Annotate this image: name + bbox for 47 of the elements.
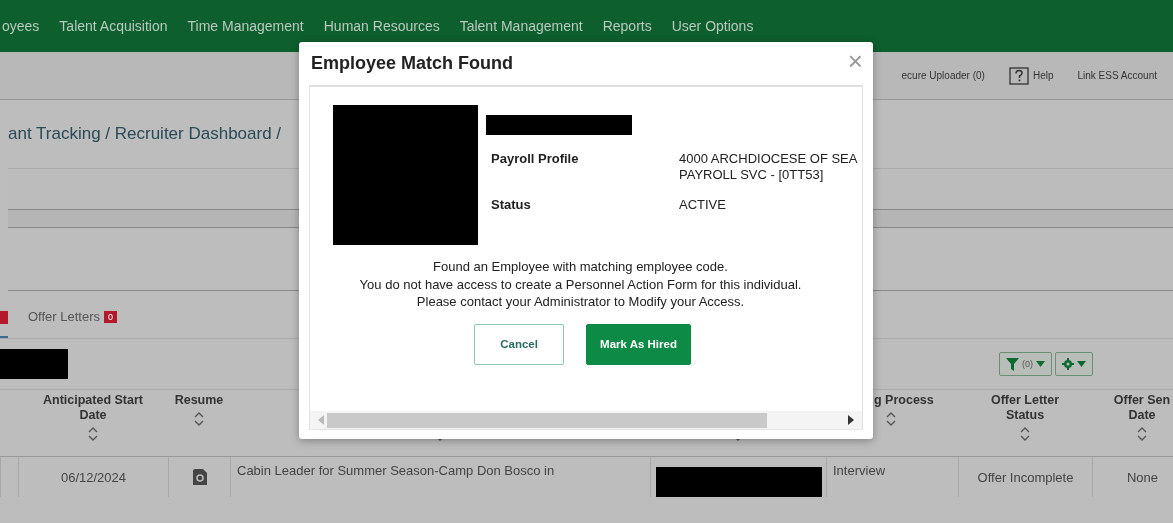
filter-icon	[1006, 357, 1019, 371]
dialog-message: Found an Employee with matching employee code. You do not have access to create a Personnel Action Form for this individual. Please contact your Administrator to Modify your Access.	[358, 258, 803, 311]
tab[interactable]	[0, 311, 8, 338]
document-search-icon[interactable]	[192, 469, 207, 485]
nav-item[interactable]: Human Resources	[323, 18, 440, 34]
field-label: Payroll Profile	[491, 151, 580, 168]
sort-icon[interactable]	[88, 426, 98, 442]
field-label: Status	[491, 197, 532, 213]
tab[interactable]: Offer Letters 0	[28, 309, 118, 338]
column-header[interactable]: Anticipated Start Date	[43, 393, 143, 423]
sort-icon[interactable]	[194, 411, 204, 427]
scroll-right-icon[interactable]	[848, 415, 854, 425]
mark-as-hired-button[interactable]: Mark As Hired	[586, 323, 691, 365]
table-cell: 06/12/2024	[18, 457, 168, 497]
help-link[interactable]: Help	[1032, 70, 1054, 81]
nav-item[interactable]: oyees	[2, 18, 40, 34]
help-icon[interactable]	[1008, 66, 1029, 85]
column-header[interactable]: Resume	[174, 393, 224, 408]
sort-icon[interactable]	[886, 411, 896, 427]
caret-icon	[1036, 361, 1045, 367]
nav-item[interactable]: Time Management	[187, 18, 304, 34]
nav-item[interactable]: Talent Acquisition	[59, 18, 168, 34]
gear-icon	[1062, 358, 1074, 370]
redacted-block	[0, 349, 68, 379]
table-cell: None	[1092, 457, 1173, 497]
column-header[interactable]: Offer Letter Status	[990, 393, 1060, 423]
cancel-button[interactable]: Cancel	[474, 323, 565, 365]
breadcrumb: ant Tracking / Recruiter Dashboard /	[8, 124, 282, 144]
sort-icon[interactable]	[1020, 426, 1030, 442]
utility-link[interactable]: ecure Uploader (0)	[901, 70, 985, 81]
nav-item[interactable]: User Options	[671, 18, 754, 34]
settings-button[interactable]	[1055, 352, 1093, 376]
dialog-title: Employee Match Found	[310, 53, 514, 74]
utility-link[interactable]: Link ESS Account	[1077, 70, 1157, 81]
caret-icon	[1077, 361, 1086, 367]
filter-button[interactable]: (0)	[999, 352, 1052, 376]
table-cell: Interview	[826, 457, 958, 497]
column-header[interactable]: g Process	[874, 393, 934, 408]
sort-icon[interactable]	[1137, 426, 1147, 442]
field-value: ACTIVE	[679, 197, 726, 213]
table-cell: Cabin Leader for Summer Season-Camp Don Bosco in	[230, 457, 650, 497]
nav-item[interactable]: Talent Management	[459, 18, 583, 34]
field-value: 4000 ARCHDIOCESE OF SEA PAYROLL SVC - [0TT53]	[679, 151, 858, 183]
column-header[interactable]: Offer Sen Date	[1113, 393, 1171, 423]
horizontal-scrollbar[interactable]	[310, 411, 862, 429]
table-cell: Offer Incomplete	[958, 457, 1092, 497]
nav-item[interactable]: Reports	[602, 18, 652, 34]
